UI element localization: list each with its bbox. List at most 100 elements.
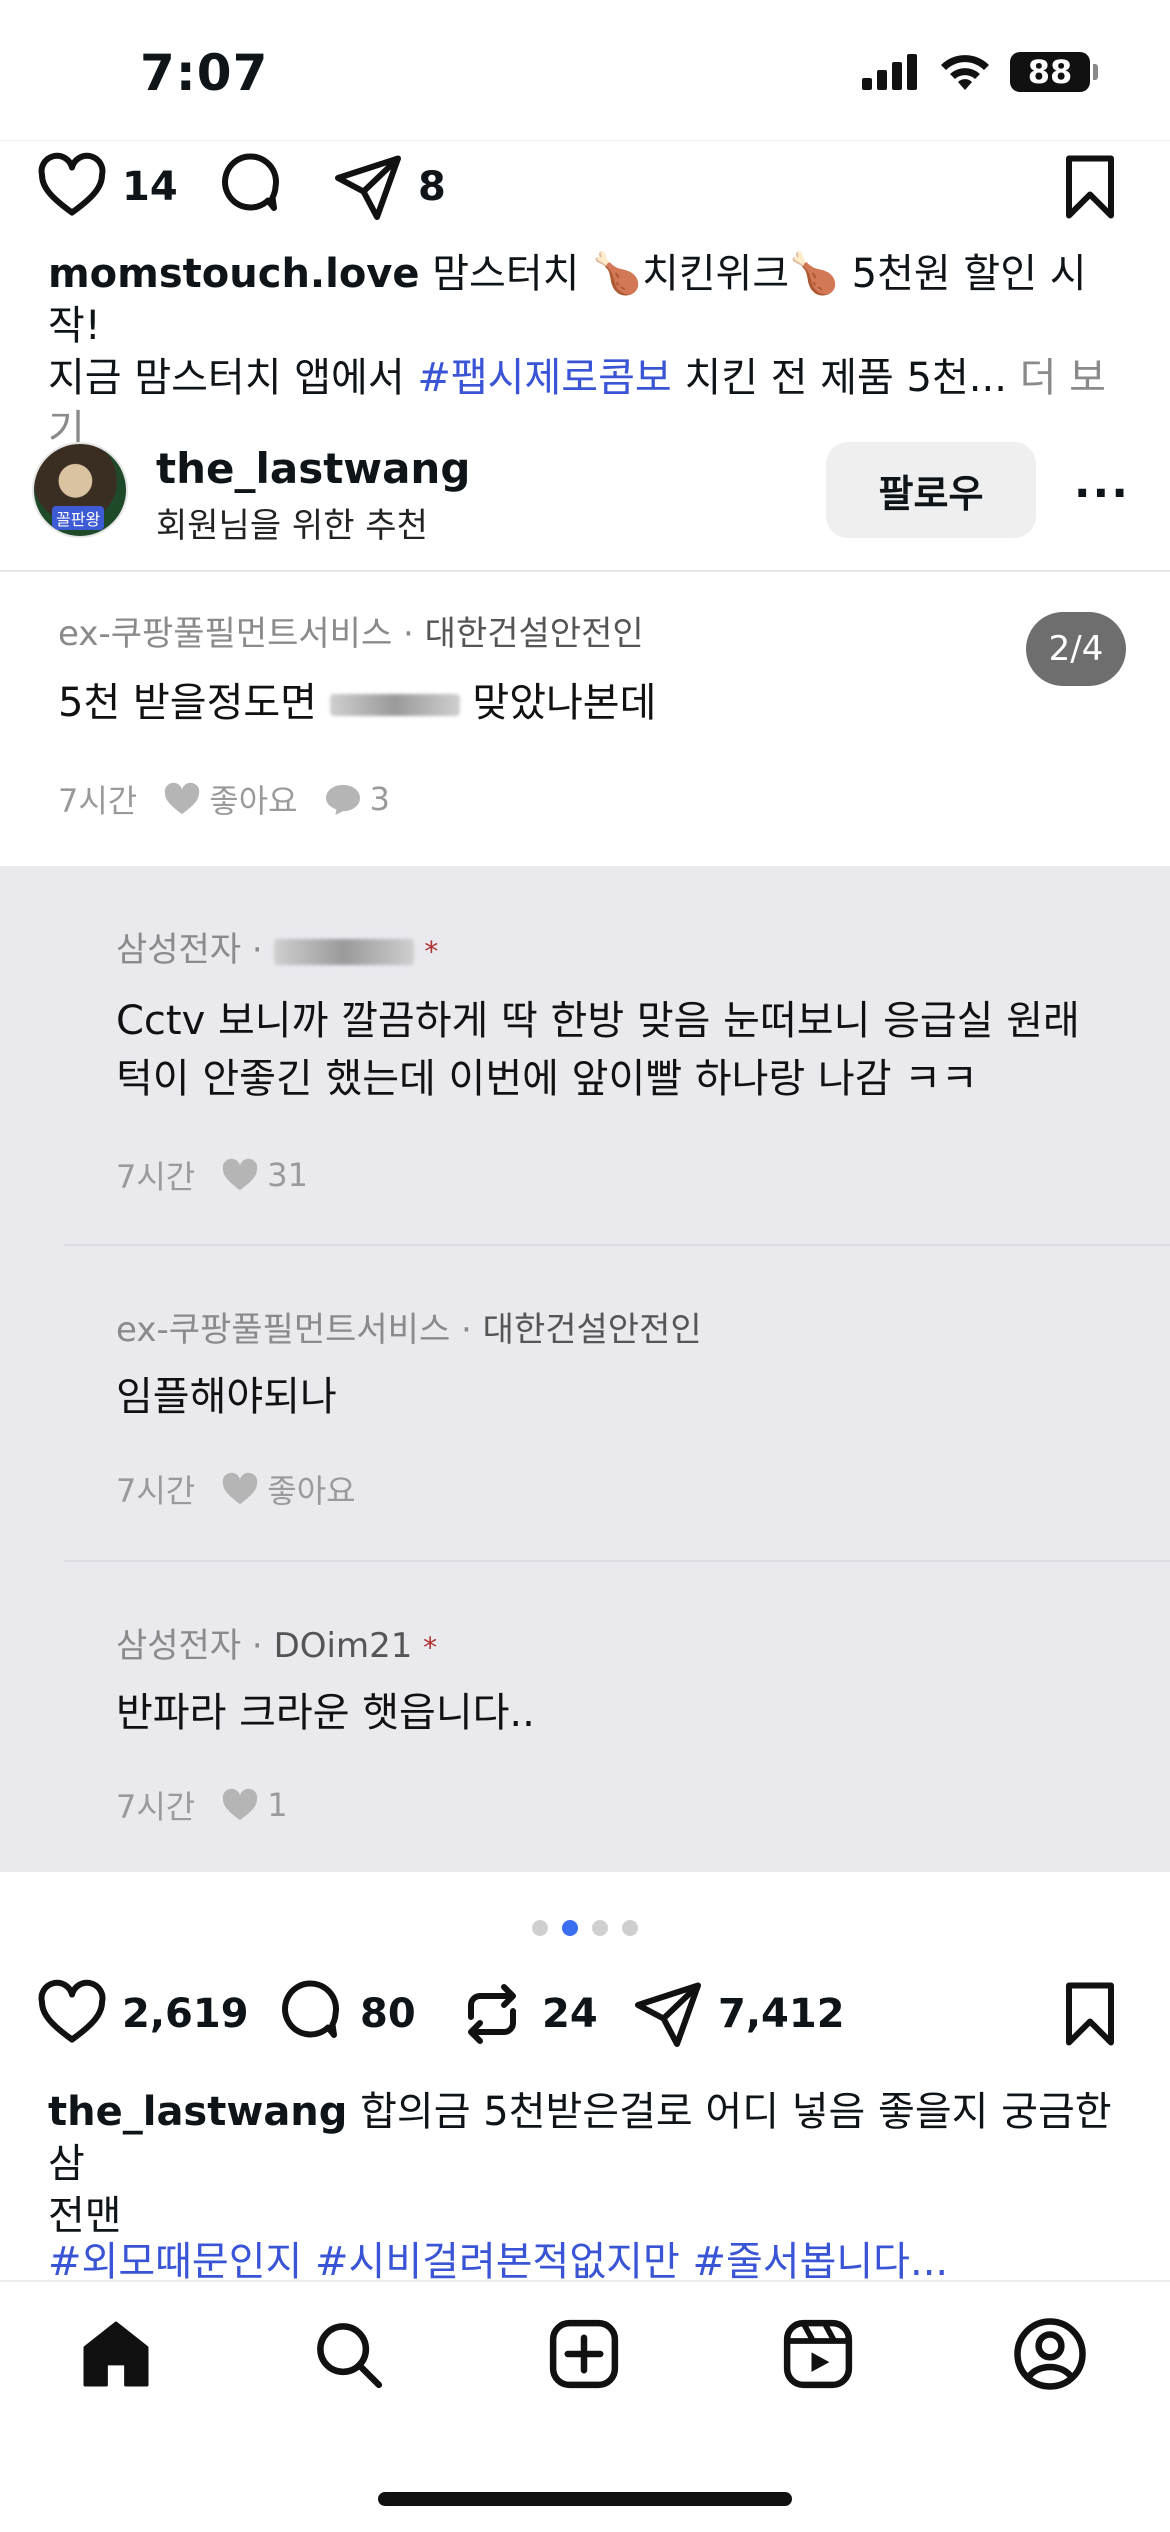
share-button[interactable]: 7,412 <box>632 1978 845 2050</box>
prev-caption-username[interactable]: momstouch.love <box>48 251 420 297</box>
reply-item[interactable]: 삼성전자 · * Cctv 보니까 깔끔하게 딱 한방 맞음 눈떠보니 응급실 … <box>0 866 1170 1246</box>
like-button[interactable]: 2,619 <box>36 1978 249 2050</box>
comment-text-end: 맞았나본데 <box>459 680 657 726</box>
comment-icon <box>222 153 279 211</box>
reply-time: 7시간 <box>116 1158 196 1196</box>
post-caption: the_lastwang 합의금 5천받은걸로 어디 넣음 좋을지 궁금한 삼 … <box>48 2086 1128 2242</box>
post-actions: 2,619 80 24 7,412 <box>0 1968 1170 2068</box>
repost-button[interactable]: 24 <box>456 1978 598 2050</box>
cellular-signal-icon <box>862 54 917 90</box>
reply-text: 반파라 크라운 햇읍니다.. <box>116 1684 535 1742</box>
reply-footer: 7시간 31 <box>116 1152 308 1198</box>
comment-count: 3 <box>369 780 390 818</box>
censored-word <box>329 694 460 716</box>
home-icon <box>83 2321 149 2387</box>
reply-like-count: 31 <box>267 1156 308 1194</box>
reply-meta: ex-쿠팡풀필먼트서비스 · 대한건설안전인 <box>116 1302 702 1351</box>
share-count: 7,412 <box>718 1991 845 2037</box>
send-icon <box>635 1982 701 2047</box>
profile-icon <box>1014 2318 1086 2390</box>
reply-text-line2: 턱이 안좋긴 했는데 이번에 앞이빨 하나랑 나감 ㅋㅋ <box>116 1056 978 1102</box>
prev-comment-button[interactable] <box>214 151 286 223</box>
follow-button[interactable]: 팔로우 <box>826 442 1036 538</box>
reply-company: 삼성전자 · <box>116 930 263 970</box>
reply-text: Cctv 보니까 깔끔하게 딱 한방 맞음 눈떠보니 응급실 원래 턱이 안좋긴… <box>116 992 1080 1108</box>
reply-like-count: 좋아요 <box>267 1472 356 1510</box>
verified-star-icon: * <box>423 1631 438 1664</box>
post-username[interactable]: the_lastwang <box>156 444 470 493</box>
add-post-icon <box>549 2319 619 2389</box>
reply-meta: 삼성전자 · * <box>116 922 438 971</box>
tab-bar <box>0 2280 1170 2532</box>
prev-like-count: 14 <box>122 164 178 210</box>
avatar[interactable]: 꼴판왕 <box>32 442 128 538</box>
status-bar: 7:07 88 <box>0 0 1170 140</box>
home-indicator <box>378 2492 792 2506</box>
save-button[interactable] <box>1054 1978 1126 2050</box>
prev-caption-text2: 지금 맘스터치 앱에서 <box>48 355 418 401</box>
comment-text-start: 5천 받을정도면 <box>58 680 330 726</box>
reply-item[interactable]: 삼성전자 · DOim21 * 반파라 크라운 햇읍니다.. 7시간 1 <box>0 1562 1170 1872</box>
tab-home[interactable] <box>76 2314 156 2394</box>
tab-create[interactable] <box>544 2314 624 2394</box>
reply-like[interactable]: 좋아요 <box>221 1466 356 1512</box>
comment-bubble-icon <box>325 784 360 816</box>
prev-share-count: 8 <box>418 164 446 210</box>
reply-text-line1: 임플해야되나 <box>116 1374 337 1420</box>
carousel-dot-active <box>562 1920 578 1936</box>
prev-caption-hashtag[interactable]: #팹시제로콤보 <box>417 355 671 401</box>
reply-like[interactable]: 1 <box>221 1786 288 1824</box>
comment-company: ex-쿠팡풀필먼트서비스 · <box>58 614 414 654</box>
wifi-icon <box>941 55 989 90</box>
reply-author: 대한건설안전인 <box>482 1310 702 1350</box>
heart-icon <box>38 152 106 216</box>
tab-search[interactable] <box>308 2314 388 2394</box>
repost-count: 24 <box>542 1991 598 2037</box>
comment-button[interactable]: 80 <box>274 1978 416 2050</box>
battery-indicator: 88 <box>1010 52 1098 92</box>
tab-profile[interactable] <box>1010 2314 1090 2394</box>
status-time: 7:07 <box>140 44 269 102</box>
prev-caption-text3: 치킨 전 제품 5천... <box>671 355 1007 401</box>
reply-item[interactable]: ex-쿠팡풀필먼트서비스 · 대한건설안전인 임플해야되나 7시간 좋아요 <box>0 1246 1170 1562</box>
prev-share-button[interactable]: 8 <box>332 151 446 223</box>
more-options-icon[interactable]: ··· <box>1074 468 1130 519</box>
status-icons: 88 <box>860 52 1098 92</box>
caption-username[interactable]: the_lastwang <box>48 2089 347 2135</box>
post-header: 꼴판왕 the_lastwang 회원님을 위한 추천 팔로우 ··· <box>0 430 1170 570</box>
prev-like-button[interactable]: 14 <box>36 151 178 223</box>
prev-save-button[interactable] <box>1054 151 1126 223</box>
comment-icon <box>282 1980 339 2038</box>
heart-filled-icon <box>223 1472 258 1505</box>
replies-section: 삼성전자 · * Cctv 보니까 깔끔하게 딱 한방 맞음 눈떠보니 응급실 … <box>0 866 1170 1872</box>
prev-post-caption: momstouch.love 맘스터치 🍗치킨위크🍗 5천원 할인 시작! 지금… <box>48 248 1128 456</box>
comment-footer: 7시간 좋아요 3 <box>58 776 390 822</box>
comment-meta: ex-쿠팡풀필먼트서비스 · 대한건설안전인 <box>58 606 644 655</box>
comment-count: 80 <box>360 1991 416 2037</box>
comment-reply-count[interactable]: 3 <box>324 780 390 818</box>
tab-reels[interactable] <box>778 2314 858 2394</box>
comment-like[interactable]: 좋아요 <box>163 776 298 822</box>
heart-filled-icon <box>223 1158 258 1191</box>
reply-like[interactable]: 31 <box>221 1156 308 1194</box>
avatar-label: 꼴판왕 <box>52 506 105 530</box>
carousel-dots <box>0 1920 1170 1936</box>
reels-icon <box>783 2319 853 2389</box>
comment-like-label: 좋아요 <box>209 782 298 820</box>
page-indicator-badge: 2/4 <box>1026 612 1126 686</box>
reply-company: ex-쿠팡풀필먼트서비스 · <box>116 1310 472 1350</box>
heart-filled-icon <box>165 782 200 815</box>
reply-meta: 삼성전자 · DOim21 * <box>116 1618 437 1667</box>
reply-time: 7시간 <box>116 1788 196 1826</box>
comment-job: 대한건설안전인 <box>424 614 644 654</box>
heart-icon <box>38 1979 106 2043</box>
carousel-main-comment[interactable]: ex-쿠팡풀필먼트서비스 · 대한건설안전인 5천 받을정도면 맞았나본데 2/… <box>0 572 1170 866</box>
caption-line1: the_lastwang 합의금 5천받은걸로 어디 넣음 좋을지 궁금한 삼 <box>48 2086 1128 2190</box>
carousel-dot <box>622 1920 638 1936</box>
verified-star-icon: * <box>424 935 439 968</box>
search-icon <box>317 2323 383 2389</box>
reply-company: 삼성전자 · <box>116 1626 263 1666</box>
send-icon <box>335 155 401 220</box>
reply-footer: 7시간 좋아요 <box>116 1466 356 1512</box>
comment-text: 5천 받을정도면 맞았나본데 <box>58 674 656 732</box>
